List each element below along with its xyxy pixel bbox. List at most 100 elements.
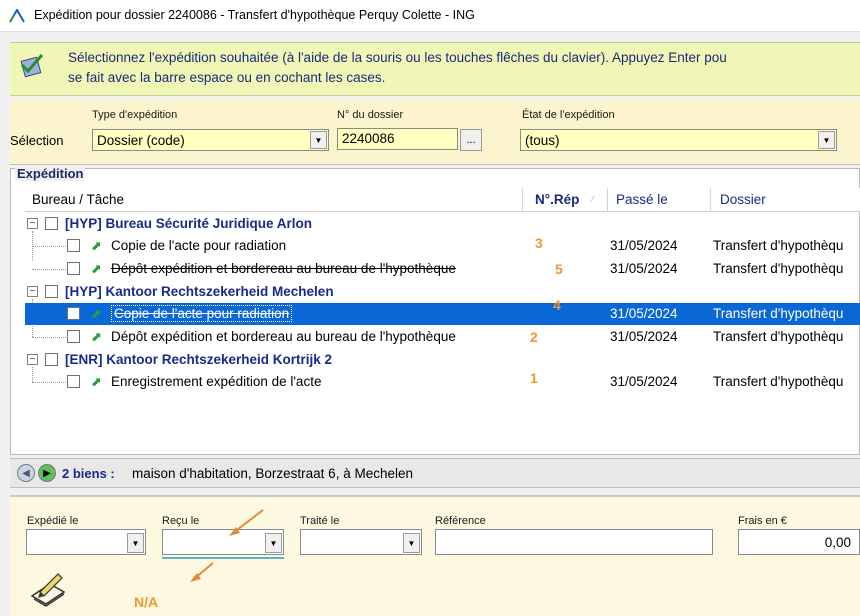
arrow-up-right-icon: ⬈ (91, 374, 102, 389)
column-separator (710, 188, 711, 212)
group-row[interactable]: − [HYP] Kantoor Rechtszekerheid Mechelen (25, 281, 860, 303)
repertoire-number: 3 (535, 235, 543, 251)
table-row[interactable]: ⬈ Enregistrement expédition de l'acte 1 … (25, 370, 860, 393)
repertoire-number: 4 (553, 297, 561, 313)
chevron-down-icon[interactable]: ▼ (403, 533, 420, 553)
etat-expedition-select[interactable]: (tous) ▼ (520, 129, 837, 151)
expedition-group-title: Expédition (15, 166, 86, 181)
dossier-number-input[interactable]: 2240086 (337, 128, 458, 150)
task-date: 31/05/2024 (610, 374, 678, 389)
task-dossier: Transfert d'hypothèqu (713, 329, 844, 344)
chevron-down-icon[interactable]: ▼ (310, 131, 327, 149)
window-title: Expédition pour dossier 2240086 - Transf… (34, 8, 475, 22)
group-row[interactable]: − [ENR] Kantoor Rechtszekerheid Kortrijk… (25, 349, 860, 371)
repertoire-number: 1 (530, 370, 538, 386)
arrow-up-right-icon: ⬈ (91, 306, 102, 321)
selection-label: Sélection (10, 133, 64, 148)
frais-input[interactable]: 0,00 (738, 529, 860, 555)
col-header-numrep[interactable]: N°.Rép (535, 192, 579, 207)
instruction-line-1: Sélectionnez l'expédition souhaitée (à l… (68, 50, 727, 65)
dossier-number-label: N° du dossier (337, 109, 404, 121)
col-header-passe[interactable]: Passé le (616, 192, 668, 207)
task-checkbox[interactable] (67, 262, 80, 275)
property-nav-bar: ◀ ▶ 2 biens : maison d'habitation, Borze… (10, 458, 860, 488)
group-row[interactable]: − [HYP] Bureau Sécurité Juridique Arlon (25, 213, 860, 235)
frais-value: 0,00 (824, 535, 851, 550)
reference-input[interactable] (435, 529, 713, 555)
browse-dossier-button[interactable]: ... (460, 129, 482, 151)
recu-label: Reçu le (162, 515, 200, 527)
arrow-up-right-icon: ⬈ (91, 329, 102, 344)
repertoire-number: 5 (555, 261, 563, 277)
recu-date-field[interactable]: ▼ (162, 529, 284, 555)
group-checkbox[interactable] (45, 285, 58, 298)
etat-expedition-value: (tous) (525, 133, 560, 148)
task-label: Copie de l'acte pour radiation (111, 305, 293, 322)
table-row[interactable]: ⬈ Copie de l'acte pour radiation 3 31/05… (25, 235, 860, 257)
task-checkbox[interactable] (67, 330, 80, 343)
type-expedition-label: Type d'expédition (92, 109, 178, 121)
edit-note-icon[interactable] (28, 570, 68, 608)
task-date: 31/05/2024 (610, 238, 678, 253)
task-dossier: Transfert d'hypothèqu (713, 261, 844, 276)
reference-label: Référence (435, 515, 486, 527)
column-separator (522, 188, 523, 212)
focus-underline (162, 557, 284, 559)
column-separator (607, 188, 608, 212)
task-date: 31/05/2024 (610, 261, 678, 276)
next-icon[interactable]: ▶ (38, 464, 56, 482)
table-row-selected[interactable]: ⬈ Copie de l'acte pour radiation 4 31/05… (25, 297, 860, 325)
task-label: Copie de l'acte pour radiation (111, 238, 287, 253)
table-header: Bureau / Tâche N°.Rép ⁄ Passé le Dossier (25, 188, 860, 212)
previous-icon[interactable]: ◀ (17, 464, 35, 482)
task-label: Dépôt expédition et bordereau au bureau … (111, 261, 456, 276)
checklist-icon (20, 54, 44, 78)
task-dossier: Transfert d'hypothèqu (713, 306, 844, 321)
table-row[interactable]: ⬈ Dépôt expédition et bordereau au burea… (25, 258, 860, 280)
group-checkbox[interactable] (45, 217, 58, 230)
col-header-dossier[interactable]: Dossier (720, 192, 766, 207)
task-label: Dépôt expédition et bordereau au bureau … (111, 329, 456, 344)
sort-icon: ⁄ (592, 194, 594, 204)
type-expedition-value: Dossier (code) (97, 133, 185, 148)
table-row[interactable]: ⬈ Dépôt expédition et bordereau au burea… (25, 326, 860, 348)
dossier-number-value: 2240086 (342, 131, 395, 146)
group-name: [ENR] Kantoor Rechtszekerheid Kortrijk 2 (65, 352, 333, 367)
instruction-banner: Sélectionnez l'expédition souhaitée (à l… (10, 42, 860, 96)
arrow-up-right-icon: ⬈ (91, 261, 102, 276)
task-dossier: Transfert d'hypothèqu (713, 238, 844, 253)
collapse-icon[interactable]: − (27, 286, 38, 297)
expedie-label: Expédié le (27, 515, 79, 527)
property-address: maison d'habitation, Borzestraat 6, à Me… (132, 466, 413, 481)
arrow-up-right-icon: ⬈ (91, 238, 102, 253)
group-name: [HYP] Bureau Sécurité Juridique Arlon (65, 216, 313, 231)
property-count: 2 biens : (62, 466, 115, 481)
col-header-bureau[interactable]: Bureau / Tâche (32, 192, 124, 207)
task-checkbox[interactable] (67, 375, 80, 388)
etat-expedition-label: État de l'expédition (522, 109, 615, 121)
traite-label: Traité le (300, 515, 340, 527)
repertoire-number: 2 (530, 329, 538, 345)
chevron-down-icon[interactable]: ▼ (265, 533, 282, 553)
selection-panel: Type d'expédition N° du dossier État de … (10, 99, 860, 165)
group-checkbox[interactable] (45, 353, 58, 366)
task-date: 31/05/2024 (610, 329, 678, 344)
collapse-icon[interactable]: − (27, 354, 38, 365)
collapse-icon[interactable]: − (27, 218, 38, 229)
type-expedition-select[interactable]: Dossier (code) ▼ (92, 129, 329, 151)
chevron-down-icon[interactable]: ▼ (127, 533, 144, 553)
app-icon (9, 9, 25, 23)
task-date: 31/05/2024 (610, 306, 678, 321)
expedition-detail-form: Expédié le Reçu le Traité le Référence F… (10, 495, 860, 616)
title-bar: Expédition pour dossier 2240086 - Transf… (0, 0, 860, 32)
chevron-down-icon[interactable]: ▼ (818, 131, 835, 149)
traite-date-field[interactable]: ▼ (300, 529, 422, 555)
frais-label: Frais en € (738, 515, 787, 527)
task-checkbox[interactable] (67, 307, 80, 320)
task-dossier: Transfert d'hypothèqu (713, 374, 844, 389)
instruction-line-2: se fait avec la barre espace ou en cocha… (68, 70, 386, 85)
expedie-date-field[interactable]: ▼ (26, 529, 146, 555)
group-name: [HYP] Kantoor Rechtszekerheid Mechelen (65, 284, 334, 299)
na-annotation: N/A (134, 594, 159, 610)
task-checkbox[interactable] (67, 239, 80, 252)
